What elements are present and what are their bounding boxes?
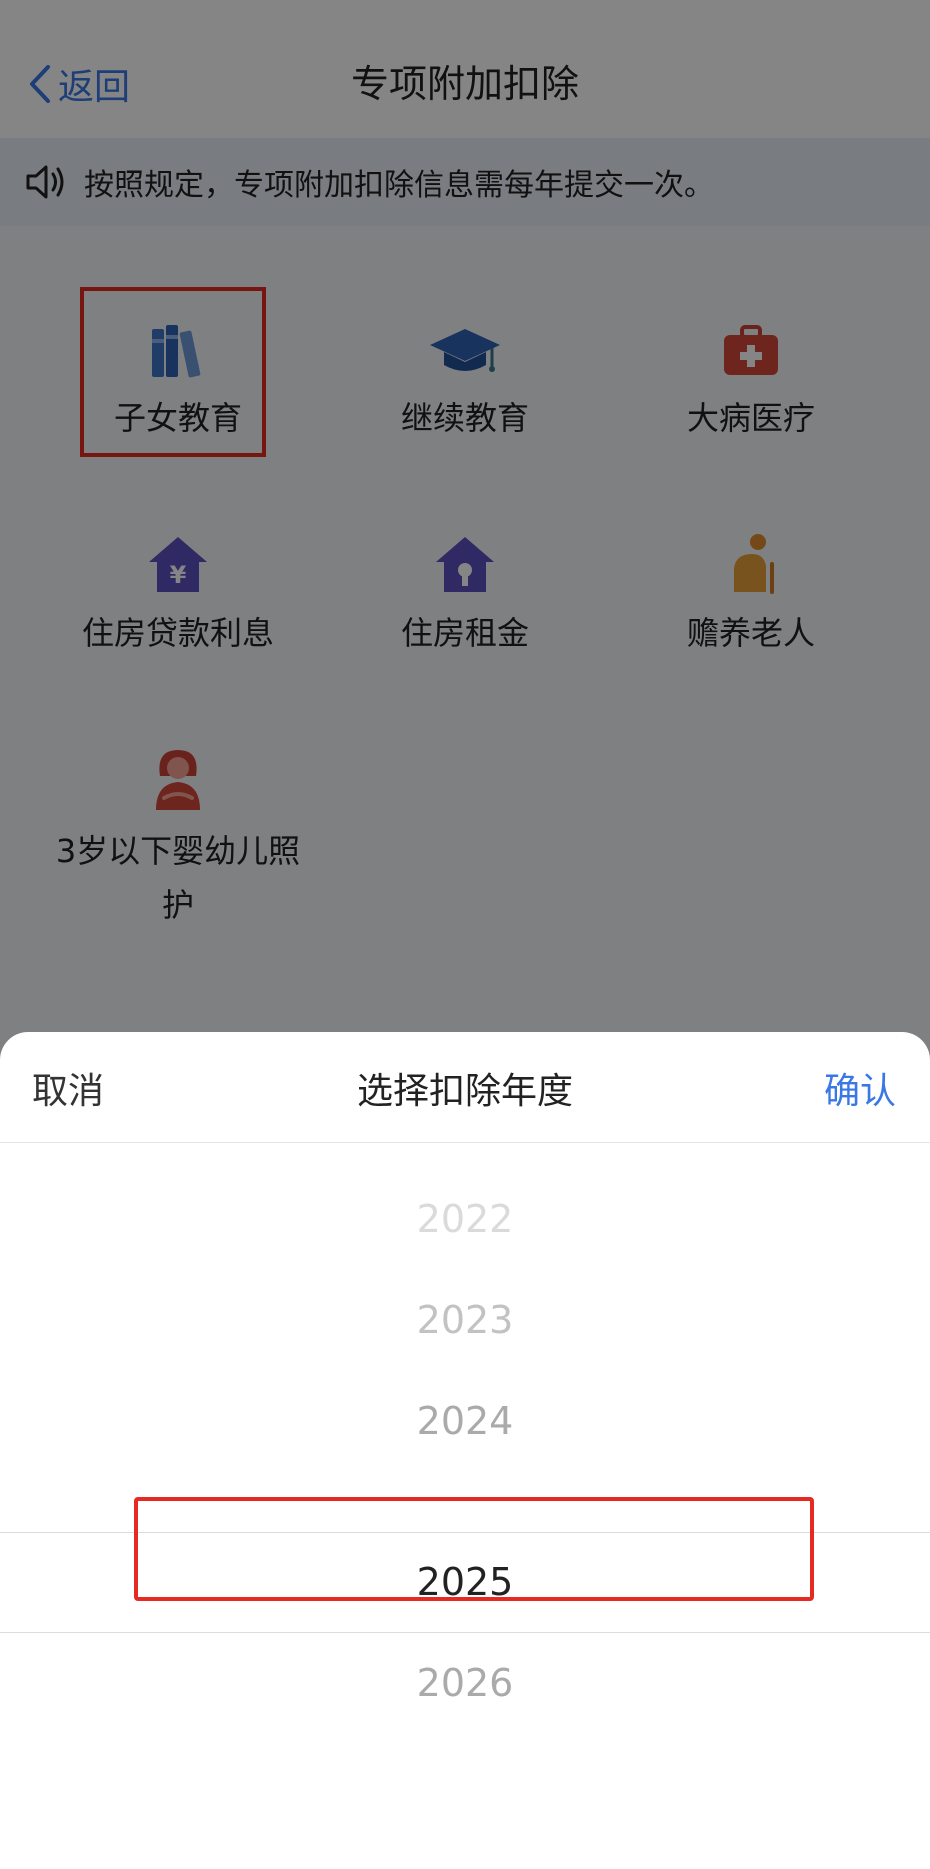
picker-option-2023[interactable]: 2023: [0, 1270, 930, 1370]
picker-option-2024[interactable]: 2024: [0, 1371, 930, 1471]
year-picker-sheet: 取消 选择扣除年度 确认 2022 2023 2024 2025 2026: [0, 1032, 930, 1869]
picker-option-2022[interactable]: 2022: [0, 1169, 930, 1269]
picker-option-2026[interactable]: 2026: [0, 1633, 930, 1733]
sheet-header: 取消 选择扣除年度 确认: [0, 1032, 930, 1143]
picker-option-2025-selected[interactable]: 2025: [0, 1532, 930, 1632]
sheet-title: 选择扣除年度: [356, 1071, 573, 1112]
year-picker[interactable]: 2022 2023 2024 2025 2026: [0, 1142, 930, 1869]
confirm-button[interactable]: 确认: [824, 1062, 896, 1114]
